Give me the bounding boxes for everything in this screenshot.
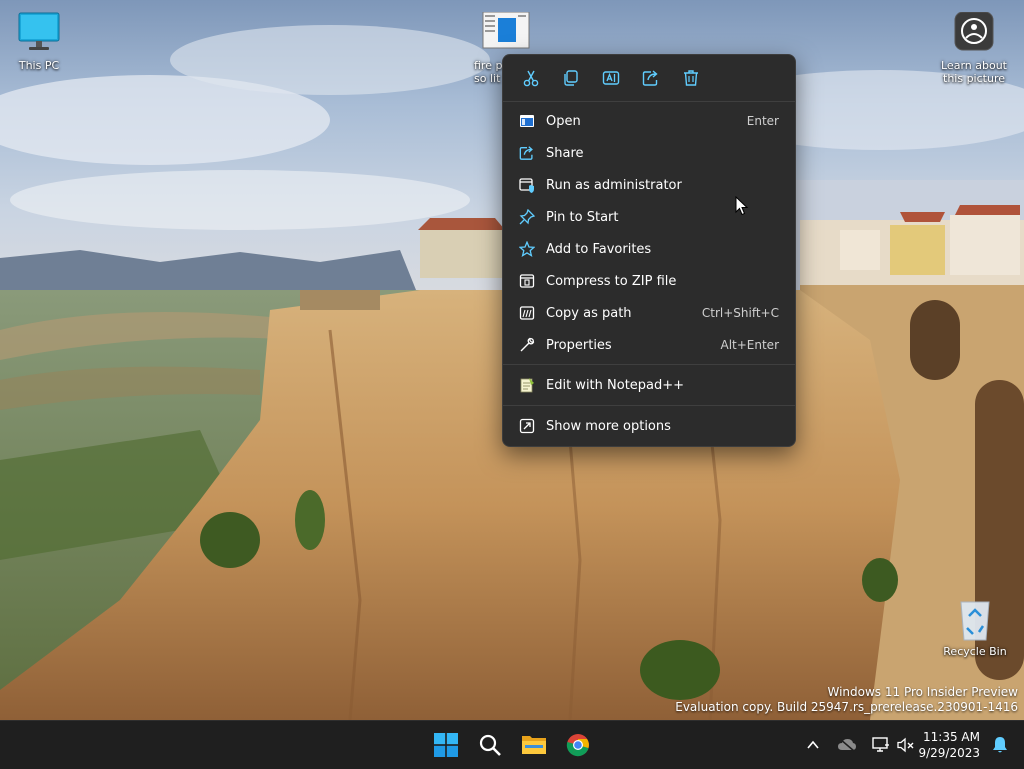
menu-item-shortcut: Ctrl+Shift+C <box>701 306 779 320</box>
context-menu: Open Enter Share Run as administrator Pi… <box>502 54 796 447</box>
notepad-icon <box>517 375 537 395</box>
menu-item-open[interactable]: Open Enter <box>503 105 795 137</box>
notification-bell-icon[interactable] <box>992 736 1008 758</box>
menu-group-apps: Edit with Notepad++ <box>503 365 795 405</box>
clock[interactable]: 11:35 AM 9/29/2023 <box>918 729 980 761</box>
chrome-button[interactable] <box>562 729 594 761</box>
desktop-icon-this-pc[interactable]: This PC <box>1 12 77 72</box>
menu-item-label: Compress to ZIP file <box>546 273 677 289</box>
taskbar: 11:35 AM 9/29/2023 <box>0 720 1024 769</box>
system-tray <box>804 721 916 769</box>
zip-icon <box>517 271 537 291</box>
delete-icon <box>684 70 698 86</box>
desktop-icon-label: Recycle Bin <box>943 645 1007 658</box>
menu-item-label: Show more options <box>546 418 671 434</box>
menu-item-label: Open <box>546 113 581 129</box>
menu-item-share[interactable]: Share <box>503 137 795 169</box>
share-button[interactable] <box>631 61 671 95</box>
desktop-icon-learn-about-picture[interactable]: Learn about this picture <box>936 11 1012 85</box>
more-options-icon <box>517 416 537 436</box>
menu-item-label: Properties <box>546 337 612 353</box>
chrome-icon <box>566 734 589 757</box>
desktop-icon-label: This PC <box>18 59 60 72</box>
cut-icon <box>523 70 539 87</box>
watermark-line-1: Windows 11 Pro Insider Preview <box>827 685 1018 699</box>
camera-info-icon <box>950 11 998 56</box>
recycle-bin-icon <box>951 598 999 642</box>
network-icon[interactable] <box>870 737 892 753</box>
menu-item-properties[interactable]: Properties Alt+Enter <box>503 329 795 361</box>
menu-item-copy-as-path[interactable]: Copy as path Ctrl+Shift+C <box>503 297 795 329</box>
start-button[interactable] <box>430 729 462 761</box>
menu-item-shortcut: Alt+Enter <box>720 338 779 352</box>
share-icon <box>642 70 658 86</box>
evaluation-watermark: Windows 11 Pro Insider Preview Evaluatio… <box>675 685 1018 715</box>
menu-item-label: Share <box>546 145 584 161</box>
open-icon <box>517 111 537 131</box>
menu-group-more: Show more options <box>503 406 795 446</box>
search-button[interactable] <box>474 729 506 761</box>
cut-button[interactable] <box>511 61 551 95</box>
cloud-icon[interactable] <box>834 738 860 752</box>
menu-group-main: Open Enter Share Run as administrator Pi… <box>503 102 795 364</box>
menu-item-edit-with-notepad-plus-plus[interactable]: Edit with Notepad++ <box>503 369 795 401</box>
menu-item-label: Run as administrator <box>546 177 682 193</box>
menu-item-compress-to-zip[interactable]: Compress to ZIP file <box>503 265 795 297</box>
file-explorer-icon <box>522 736 546 754</box>
menu-item-label: Edit with Notepad++ <box>546 377 685 393</box>
menu-item-show-more-options[interactable]: Show more options <box>503 410 795 442</box>
shield-icon <box>517 175 537 195</box>
volume-muted-icon[interactable] <box>896 737 916 753</box>
menu-item-shortcut: Enter <box>746 114 779 128</box>
monitor-icon <box>15 12 63 56</box>
delete-button[interactable] <box>671 61 711 95</box>
menu-item-label: Copy as path <box>546 305 632 321</box>
clock-date: 9/29/2023 <box>918 746 980 760</box>
watermark-line-2: Evaluation copy. Build 25947.rs_prerelea… <box>675 700 1018 714</box>
wrench-icon <box>517 335 537 355</box>
rename-icon <box>602 71 620 85</box>
star-icon <box>517 239 537 259</box>
share-icon <box>517 143 537 163</box>
copy-button[interactable] <box>551 61 591 95</box>
copy-icon <box>564 70 578 86</box>
menu-item-run-as-administrator[interactable]: Run as administrator <box>503 169 795 201</box>
path-icon <box>517 303 537 323</box>
windows-start-icon <box>434 733 458 757</box>
clock-time: 11:35 AM <box>923 730 980 744</box>
menu-item-add-to-favorites[interactable]: Add to Favorites <box>503 233 795 265</box>
mouse-cursor-icon <box>735 195 749 220</box>
desktop-icon-recycle-bin[interactable]: Recycle Bin <box>937 598 1013 658</box>
search-icon <box>479 734 501 756</box>
quick-actions-bar <box>503 55 795 101</box>
file-explorer-button[interactable] <box>518 729 550 761</box>
document-icon <box>482 11 530 56</box>
menu-item-label: Add to Favorites <box>546 241 652 257</box>
menu-item-pin-to-start[interactable]: Pin to Start <box>503 201 795 233</box>
chevron-up-icon[interactable] <box>804 738 822 752</box>
desktop-icon-label: Learn about this picture <box>941 59 1007 85</box>
rename-button[interactable] <box>591 61 631 95</box>
pin-icon <box>517 207 537 227</box>
